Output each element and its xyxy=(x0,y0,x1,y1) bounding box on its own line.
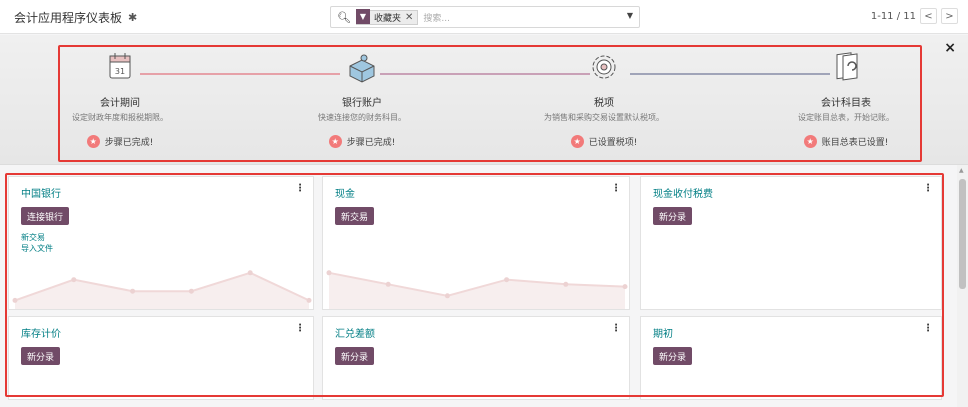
pager: 1-11 / 11 < > xyxy=(871,8,958,24)
search-input[interactable]: 搜索... xyxy=(423,11,450,24)
star-icon: ★ xyxy=(86,135,100,148)
step-title: 会计期间 xyxy=(100,98,140,109)
onboarding-step-taxes[interactable]: 税项 为销售和采购交易设置默认税项。 ★ 已设置税项! xyxy=(504,48,704,148)
step-status: ★ 步骤已完成! xyxy=(20,135,220,148)
step-status-label: 步骤已完成! xyxy=(104,138,154,148)
calendar-icon: 31 xyxy=(109,53,131,79)
star-icon: ★ xyxy=(803,135,817,148)
close-onboarding-button[interactable]: × xyxy=(944,40,956,56)
pager-next-button[interactable]: > xyxy=(941,8,958,24)
step-description: 设定财政年度和报税期限。 xyxy=(72,113,168,122)
breadcrumb: 会计应用程序仪表板 ✱ xyxy=(14,9,137,26)
control-panel: 会计应用程序仪表板 ✱ 🔍︎ ▼ 收藏夹 ✕ 搜索... ▼ 1-11 / 11… xyxy=(0,0,968,34)
ledger-icon xyxy=(836,52,858,81)
remove-facet-icon[interactable]: ✕ xyxy=(405,12,417,23)
search-facet: ▼ 收藏夹 ✕ xyxy=(355,9,419,25)
step-title: 会计科目表 xyxy=(821,98,871,109)
facet-label: 收藏夹 xyxy=(373,13,401,24)
step-title: 税项 xyxy=(594,98,614,109)
filter-icon: ▼ xyxy=(355,9,370,24)
onboarding-step-fiscal-year[interactable]: 31 会计期间 设定财政年度和报税期限。 ★ 步骤已完成! xyxy=(20,48,220,148)
step-status-label: 已设置税项! xyxy=(588,138,638,148)
page-title: 会计应用程序仪表板 xyxy=(14,11,123,25)
pager-previous-button[interactable]: < xyxy=(920,8,937,24)
star-icon: ★ xyxy=(570,135,584,148)
onboarding-step-chart-of-accounts[interactable]: 会计科目表 设定账目总表，开始记账。 ★ 账目总表已设置! xyxy=(746,48,946,148)
scroll-up-arrow-icon[interactable]: ▲ xyxy=(959,167,964,174)
step-description: 为销售和采购交易设置默认税项。 xyxy=(544,113,664,122)
step-status: ★ 已设置税项! xyxy=(504,135,704,148)
cog-icon xyxy=(592,55,616,79)
highlight-box-journals xyxy=(5,173,944,397)
step-title: 银行账户 xyxy=(342,98,382,109)
step-status-label: 账目总表已设置! xyxy=(821,138,889,148)
search-bar[interactable]: 🔍︎ ▼ 收藏夹 ✕ 搜索... ▼ xyxy=(330,6,640,28)
star-icon: ★ xyxy=(328,135,342,148)
onboarding-step-bank-account[interactable]: 银行账户 快速连接您的财务科目。 ★ 步骤已完成! xyxy=(262,48,462,148)
scrollbar[interactable]: ▲ xyxy=(957,165,968,407)
search-dropdown-toggle[interactable]: ▼ xyxy=(627,11,633,20)
search-icon[interactable]: 🔍︎ xyxy=(337,11,351,24)
gear-icon[interactable]: ✱ xyxy=(128,11,137,24)
step-description: 快速连接您的财务科目。 xyxy=(318,113,406,122)
puzzle-icon xyxy=(349,54,375,83)
svg-text:31: 31 xyxy=(115,67,125,76)
step-status: ★ 步骤已完成! xyxy=(262,135,462,148)
step-status-label: 步骤已完成! xyxy=(346,138,396,148)
step-description: 设定账目总表，开始记账。 xyxy=(798,113,894,122)
scrollbar-thumb[interactable] xyxy=(959,179,966,289)
step-status: ★ 账目总表已设置! xyxy=(746,135,946,148)
pager-value[interactable]: 1-11 / 11 xyxy=(871,11,916,22)
